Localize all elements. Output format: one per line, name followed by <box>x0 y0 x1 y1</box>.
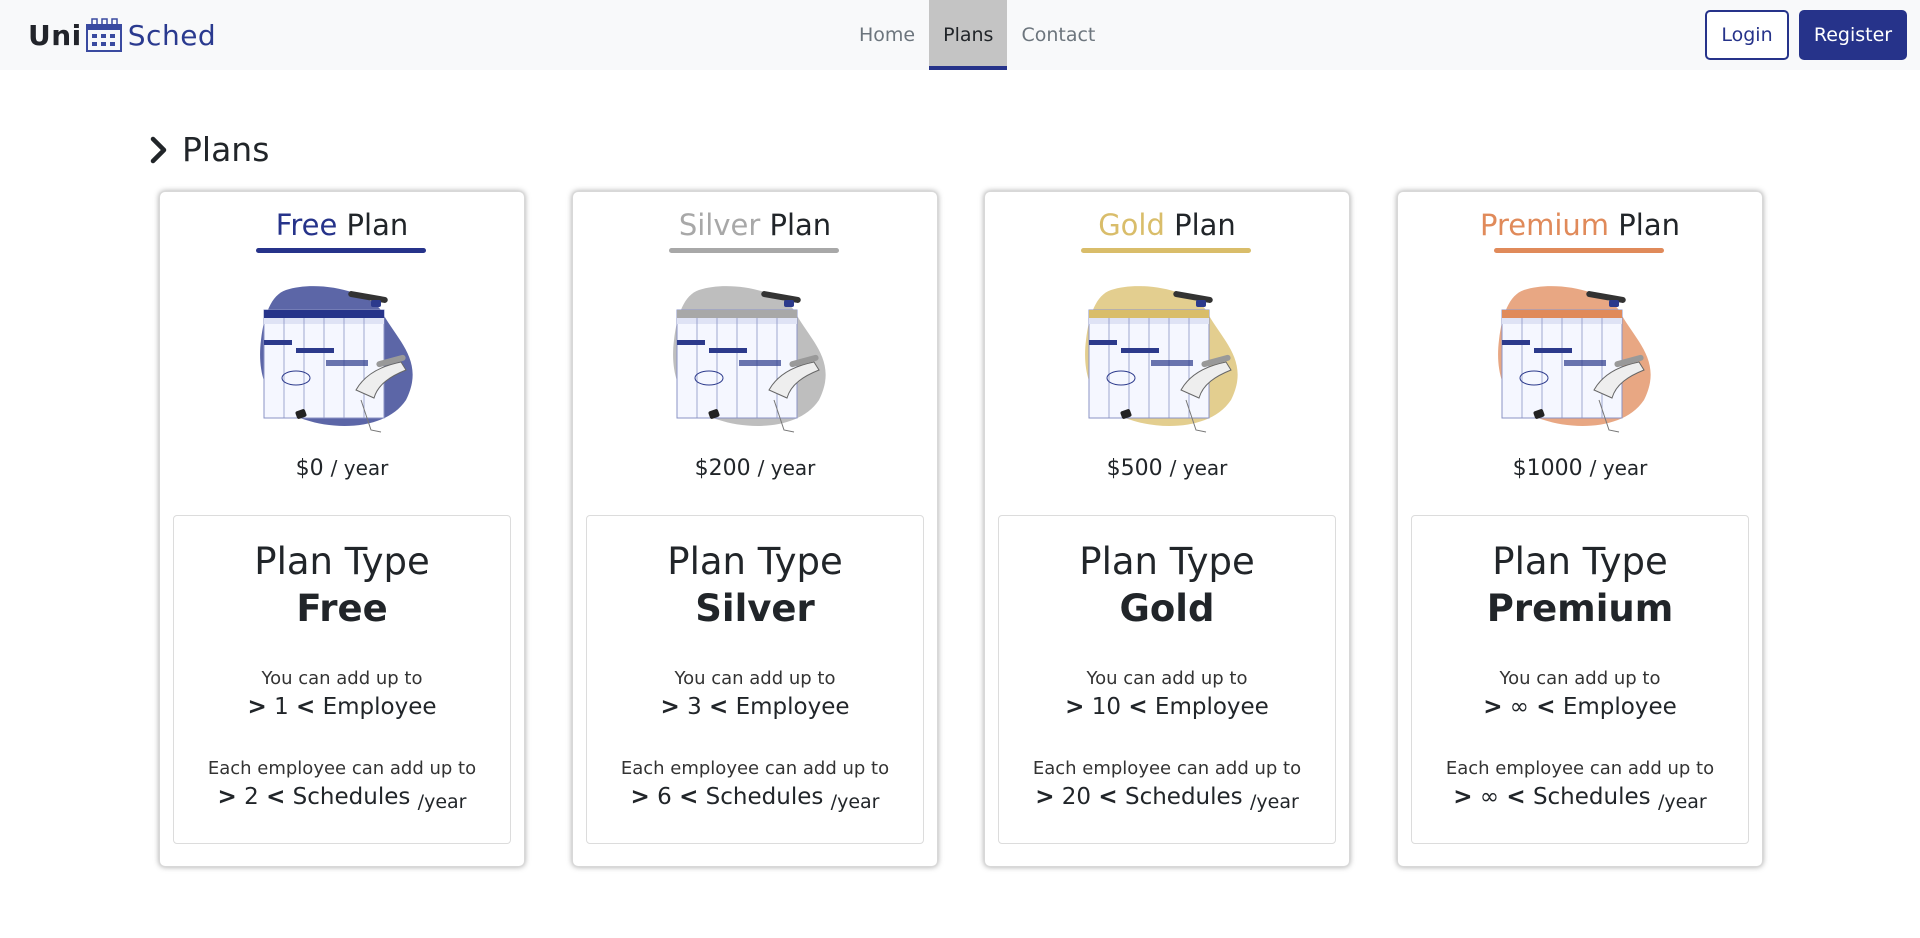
schedule-illustration-icon <box>1498 286 1651 433</box>
plan-type-label: Plan Type <box>667 540 843 583</box>
plan-price-period: / year <box>1169 456 1228 480</box>
schedule-limit-intro: Each employee can add up to <box>620 758 890 779</box>
employee-limit: > ∞ < Employee <box>1483 694 1677 720</box>
schedule-limit-intro: Each employee can add up to <box>207 758 477 779</box>
plan-price-amount: $1000 <box>1512 456 1583 481</box>
brand-text-uni: Uni <box>28 18 82 52</box>
plan-title-underline <box>1494 248 1664 253</box>
plan-price: $200 / year <box>573 456 937 481</box>
plan-price: $0 / year <box>160 456 524 481</box>
plan-type-label: Plan Type <box>254 540 430 583</box>
plan-details-box: Plan Type Free You can add up to > 1 < E… <box>173 515 511 844</box>
plan-price-amount: $200 <box>694 456 751 481</box>
employee-limit-intro: You can add up to <box>674 668 836 689</box>
employee-limit: > 3 < Employee <box>660 694 850 720</box>
plan-card-premium: Premium Plan $1000 / year Plan Type Prem… <box>1397 191 1763 867</box>
plan-price-amount: $0 <box>295 456 324 481</box>
plan-type-value: Premium <box>1486 587 1674 630</box>
schedule-limit: > 2 < Schedules /year <box>217 784 467 813</box>
plan-word: Plan <box>1174 208 1236 242</box>
plan-type-value: Silver <box>695 587 815 630</box>
plan-title-underline <box>1081 248 1251 253</box>
employee-limit-intro: You can add up to <box>1499 668 1661 689</box>
plan-price: $500 / year <box>985 456 1349 481</box>
plan-price-period: / year <box>757 456 816 480</box>
plan-type-value: Free <box>296 587 388 630</box>
plan-word: Plan <box>769 208 832 242</box>
plan-details-box: Plan Type Premium You can add up to > ∞ … <box>1411 515 1749 844</box>
plan-price-period: / year <box>1589 456 1648 480</box>
plan-card-title: Free Plan <box>160 208 524 242</box>
plan-word: Plan <box>1618 208 1680 242</box>
plan-title-underline <box>669 248 839 253</box>
plan-details-box: Plan Type Gold You can add up to > 10 < … <box>998 515 1336 844</box>
plan-type-label: Plan Type <box>1079 540 1255 583</box>
login-button[interactable]: Login <box>1705 10 1789 60</box>
brand-logo[interactable]: Uni Sched <box>28 14 216 56</box>
plan-name: Free <box>275 208 338 242</box>
calendar-logo-icon <box>85 18 122 52</box>
nav-contact[interactable]: Contact <box>1007 0 1109 70</box>
plan-card-title: Silver Plan <box>573 208 937 242</box>
plan-card-title: Premium Plan <box>1398 208 1762 242</box>
schedule-limit: > 20 < Schedules /year <box>1035 784 1299 813</box>
plan-word: Plan <box>346 208 409 242</box>
section-heading: Plans <box>148 130 269 169</box>
plan-card-title: Gold Plan <box>985 208 1349 242</box>
page-title: Plans <box>182 130 270 169</box>
schedule-illustration-icon <box>260 286 413 433</box>
nav-plans[interactable]: Plans <box>929 0 1008 70</box>
schedule-limit-intro: Each employee can add up to <box>1032 758 1302 779</box>
plan-title-underline <box>256 248 426 253</box>
plan-price-period: / year <box>330 456 389 480</box>
plan-name: Premium <box>1480 208 1610 242</box>
plan-price-amount: $500 <box>1106 456 1163 481</box>
plan-card-gold: Gold Plan $500 / year Plan Type Gold You… <box>984 191 1350 867</box>
schedule-limit: > 6 < Schedules /year <box>630 784 880 813</box>
plan-type-value: Gold <box>1119 587 1215 630</box>
schedule-limit-intro: Each employee can add up to <box>1445 758 1715 779</box>
employee-limit-intro: You can add up to <box>261 668 423 689</box>
nav-home[interactable]: Home <box>845 0 929 70</box>
plan-type-label: Plan Type <box>1492 540 1668 583</box>
navbar: Uni Sched Home Plans Contact Login Regis… <box>0 0 1920 70</box>
plan-name: Gold <box>1098 208 1165 242</box>
brand-text-sched: Sched <box>127 18 217 52</box>
plan-price: $1000 / year <box>1398 456 1762 481</box>
schedule-illustration-icon <box>673 286 826 433</box>
employee-limit: > 10 < Employee <box>1065 694 1269 720</box>
schedule-illustration-icon <box>1085 286 1238 433</box>
plan-details-box: Plan Type Silver You can add up to > 3 <… <box>586 515 924 844</box>
register-button[interactable]: Register <box>1799 10 1907 60</box>
plan-card-silver: Silver Plan $200 / year Plan Type Silver… <box>572 191 938 867</box>
main-nav: Home Plans Contact <box>845 0 1109 70</box>
plan-name: Silver <box>678 208 761 242</box>
employee-limit-intro: You can add up to <box>1086 668 1248 689</box>
chevron-right-icon <box>150 136 167 163</box>
plan-card-free: Free Plan $0 / year Plan Type Free You c… <box>159 191 525 867</box>
schedule-limit: > ∞ < Schedules /year <box>1453 784 1707 813</box>
employee-limit: > 1 < Employee <box>247 694 437 720</box>
